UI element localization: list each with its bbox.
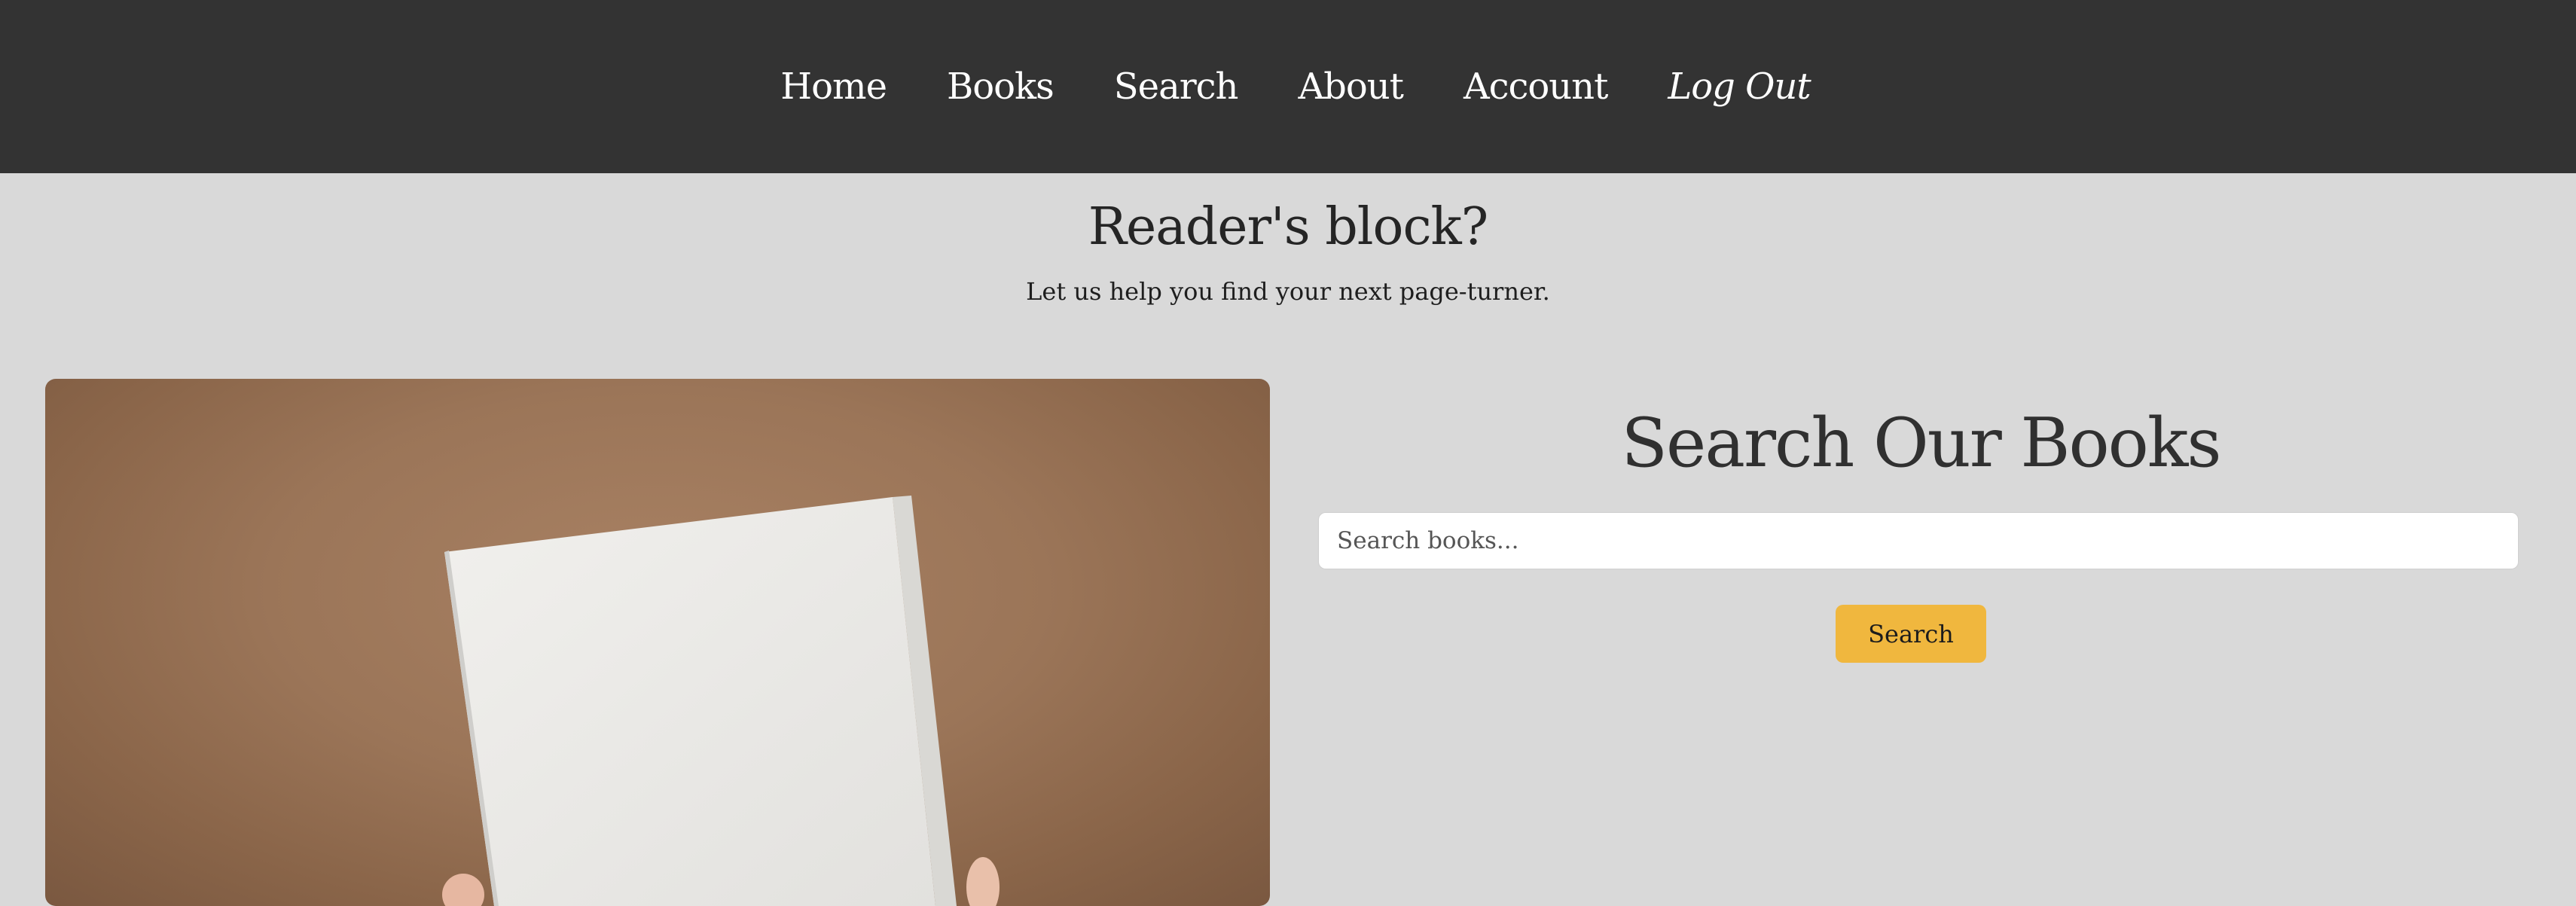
nav-link-home[interactable]: Home — [780, 66, 887, 108]
main-nav: Home Books Search About Account Log Out — [780, 66, 1811, 108]
hero-subtitle: Let us help you find your next page-turn… — [1026, 277, 1550, 306]
nav-link-about[interactable]: About — [1298, 66, 1403, 108]
nav-link-books[interactable]: Books — [947, 66, 1055, 108]
search-section-title: Search Our Books — [1621, 404, 2221, 483]
book-illustration — [442, 496, 1000, 906]
search-button[interactable]: Search — [1836, 605, 1986, 663]
top-navbar: Home Books Search About Account Log Out — [0, 0, 2576, 173]
hero-title: Reader's block? — [1088, 197, 1488, 257]
book-cover — [444, 497, 935, 906]
book-photo — [45, 379, 1270, 906]
nav-link-account[interactable]: Account — [1463, 66, 1608, 108]
nav-link-logout[interactable]: Log Out — [1668, 66, 1811, 108]
left-finger — [442, 874, 484, 906]
search-input[interactable] — [1318, 512, 2519, 569]
right-finger — [966, 857, 1000, 906]
nav-link-search[interactable]: Search — [1114, 66, 1239, 108]
